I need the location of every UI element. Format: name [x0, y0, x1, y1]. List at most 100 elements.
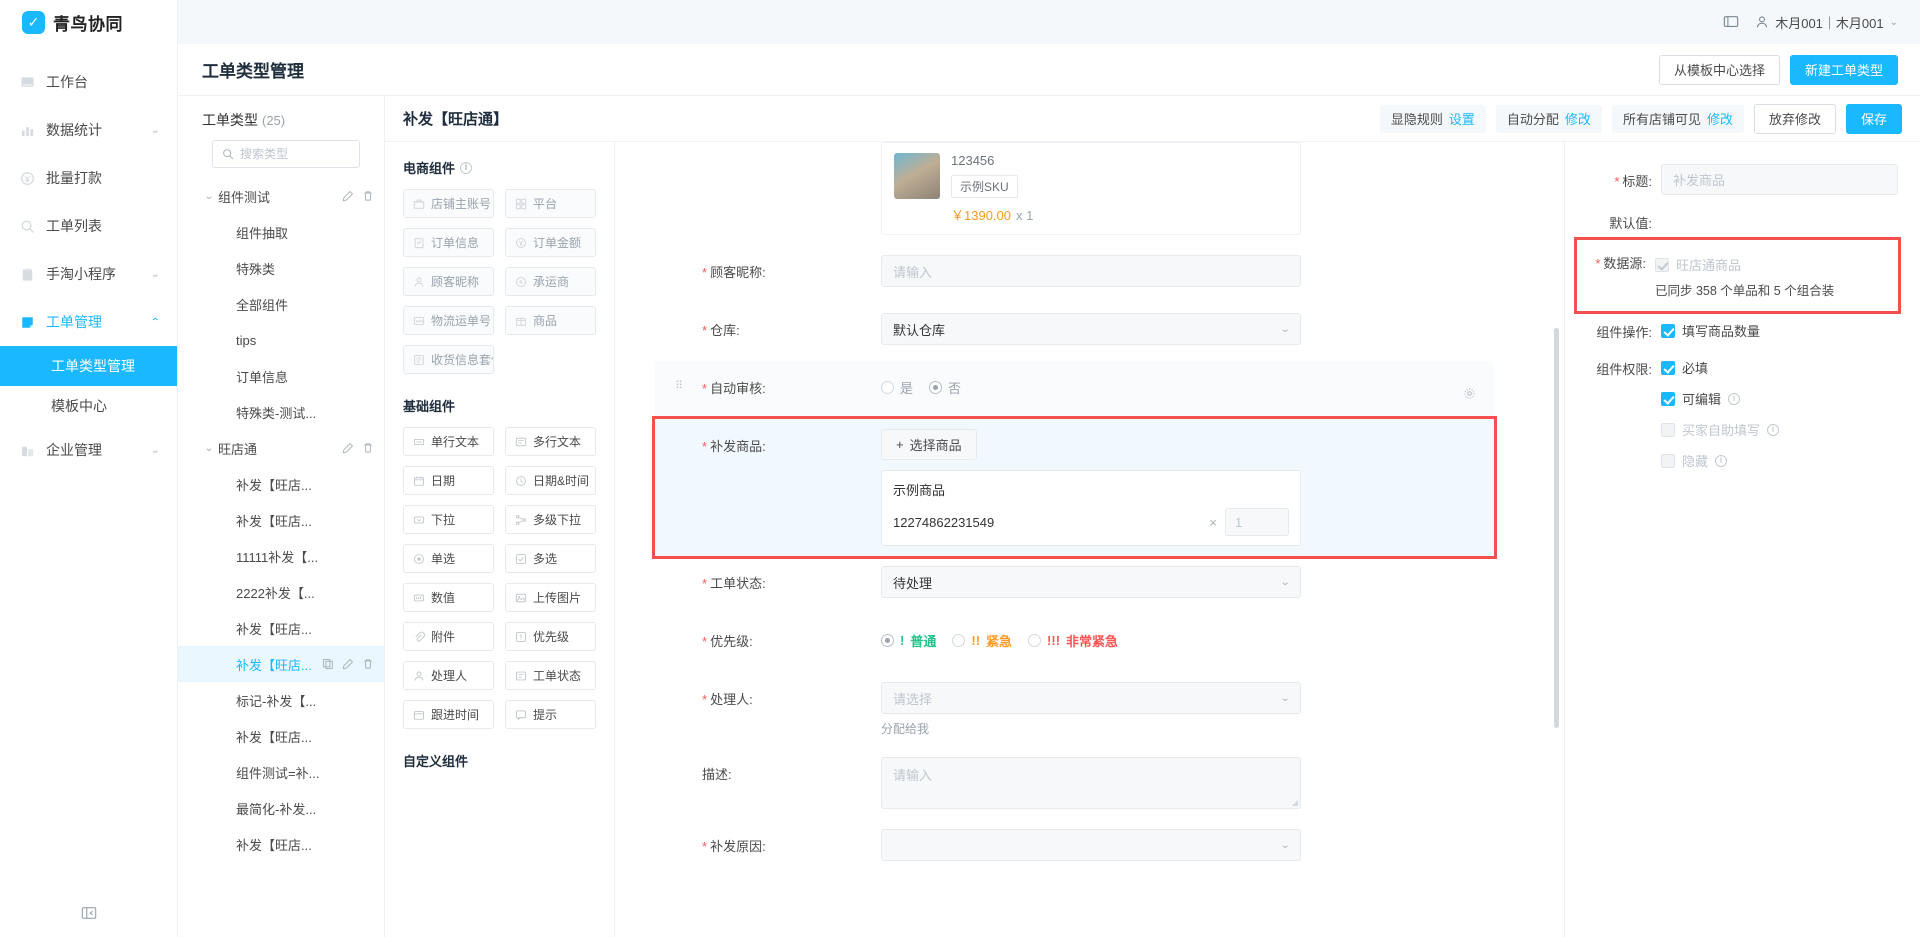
monitor-icon[interactable] [1723, 14, 1739, 30]
prop-title-input[interactable]: 补发商品 [1661, 164, 1898, 195]
info-icon[interactable]: i [1715, 454, 1728, 467]
palette-item-date[interactable]: 日期 [403, 466, 494, 495]
sidebar-item-workbench[interactable]: 工作台 [0, 58, 177, 106]
tree-leaf-node-selected[interactable]: 补发【旺店... [178, 646, 384, 682]
palette-item-dropdown[interactable]: 下拉 [403, 505, 494, 534]
tree-leaf-node[interactable]: 特殊类-测试... [178, 394, 384, 430]
edit-icon[interactable] [342, 442, 354, 454]
shop-visibility-chip[interactable]: 所有店铺可见 修改 [1611, 104, 1744, 133]
perm-checkbox-editable[interactable]: 可编辑 i [1661, 389, 1898, 408]
sidebar-item-enterprise[interactable]: 企业管理 ⌄ [0, 426, 177, 474]
palette-item-single-line-text[interactable]: 单行文本 [403, 427, 494, 456]
palette-item-order-amount[interactable]: 订单金额 [505, 228, 596, 257]
priority-option-urgent[interactable]: !! 紧急 [952, 631, 1012, 650]
form-row-warehouse[interactable]: * 仓库: 默认仓库 ⌄ [655, 303, 1494, 361]
gear-icon[interactable] [1463, 387, 1476, 403]
ticket-status-select[interactable]: 待处理 ⌄ [881, 566, 1301, 598]
delete-icon[interactable] [362, 442, 374, 454]
tree-leaf-node[interactable]: 补发【旺店... [178, 826, 384, 862]
info-icon[interactable]: i [460, 161, 473, 174]
palette-item-multi-line-text[interactable]: 多行文本 [505, 427, 596, 456]
sidebar-item-ticket-type-manage[interactable]: 工单类型管理 [0, 346, 177, 386]
sidebar-item-template-center[interactable]: 模板中心 [0, 386, 177, 426]
palette-item-number[interactable]: 数值 [403, 583, 494, 612]
tree-group-node[interactable]: ⌄ 旺店通 [178, 430, 384, 466]
palette-item-attachment[interactable]: 附件 [403, 622, 494, 651]
visibility-rule-chip[interactable]: 显隐规则 设置 [1379, 104, 1486, 133]
form-row-assignee[interactable]: * 处理人: 请选择 ⌄ 分配给我 [655, 672, 1494, 747]
product-quantity-stepper[interactable]: 1 [1225, 508, 1289, 536]
sidebar-item-ticket-manage[interactable]: 工单管理 ⌃ [0, 298, 177, 346]
customer-nickname-input[interactable]: 请输入 [881, 255, 1301, 287]
auto-review-option-yes[interactable]: 是 [881, 378, 913, 397]
canvas-scrollbar[interactable] [1554, 328, 1559, 728]
sidebar-item-batch-payment[interactable]: 批量打款 [0, 154, 177, 202]
palette-item-address-kit[interactable]: 收货信息套件 [403, 345, 494, 374]
tree-leaf-node[interactable]: 全部组件 [178, 286, 384, 322]
tree-leaf-node[interactable]: 组件抽取 [178, 214, 384, 250]
warehouse-select[interactable]: 默认仓库 ⌄ [881, 313, 1301, 345]
perm-checkbox-hidden[interactable]: 隐藏 i [1661, 451, 1898, 470]
palette-item-customer-nickname[interactable]: 顾客昵称 [403, 267, 494, 296]
search-box[interactable] [212, 140, 360, 168]
sidebar-item-miniapp[interactable]: 手淘小程序 ⌄ [0, 250, 177, 298]
chevron-down-icon[interactable]: ⌄ [198, 443, 220, 454]
tree-leaf-node[interactable]: 标记-补发【... [178, 682, 384, 718]
palette-item-image-upload[interactable]: 上传图片 [505, 583, 596, 612]
sidebar-item-ticket-list[interactable]: 工单列表 [0, 202, 177, 250]
delete-icon[interactable] [362, 190, 374, 202]
form-row-auto-review[interactable]: ⠿ * 自动审核: 是 否 [655, 361, 1494, 419]
checkbox-icon[interactable] [1655, 257, 1669, 272]
palette-item-order-info[interactable]: 订单信息 [403, 228, 494, 257]
tree-scroll[interactable]: ⌄ 组件测试 组件抽取 特殊类 全部组件 tips 订单信息 特殊类-测试... [178, 178, 384, 937]
form-row-ticket-status[interactable]: * 工单状态: 待处理 ⌄ [655, 556, 1494, 614]
choose-product-button[interactable]: + 选择商品 [881, 429, 977, 460]
tree-leaf-node[interactable]: 2222补发【... [178, 574, 384, 610]
priority-option-very-urgent[interactable]: !!! 非常紧急 [1028, 631, 1118, 650]
form-row-reship-product[interactable]: * 补发商品: + 选择商品 示例商品 12274862231549 × 1 [652, 416, 1497, 559]
form-row-customer-nickname[interactable]: * 顾客昵称: 请输入 [655, 245, 1494, 303]
auto-review-option-no[interactable]: 否 [929, 378, 961, 397]
perm-checkbox-buyer-self-fill[interactable]: 买家自助填写 i [1661, 420, 1898, 439]
perm-checkbox-required[interactable]: 必填 [1661, 358, 1898, 377]
new-ticket-type-button[interactable]: 新建工单类型 [1789, 54, 1898, 85]
tree-leaf-node[interactable]: 补发【旺店... [178, 718, 384, 754]
palette-item-tracking-number[interactable]: 物流运单号 [403, 306, 494, 335]
checkbox-icon[interactable] [1661, 391, 1675, 406]
shop-visibility-link[interactable]: 修改 [1707, 109, 1733, 128]
remove-product-icon[interactable]: × [1209, 515, 1217, 530]
op-checkbox-fill-quantity[interactable]: 填写商品数量 [1661, 321, 1898, 340]
info-icon[interactable]: i [1767, 423, 1780, 436]
palette-item-priority[interactable]: 优先级 [505, 622, 596, 651]
edit-icon[interactable] [342, 190, 354, 202]
palette-item-shop-account[interactable]: 店铺主账号 [403, 189, 494, 218]
palette-item-product[interactable]: 商品 [505, 306, 596, 335]
tree-leaf-node[interactable]: 补发【旺店... [178, 610, 384, 646]
checkbox-icon[interactable] [1661, 323, 1675, 338]
form-row-description[interactable]: 描述: 请输入 [655, 747, 1494, 819]
priority-option-normal[interactable]: ! 普通 [881, 631, 936, 650]
user-menu[interactable]: 木月001｜木月001 ⌄ [1755, 13, 1898, 32]
assignee-select[interactable]: 请选择 ⌄ [881, 682, 1301, 714]
palette-item-platform[interactable]: 平台 [505, 189, 596, 218]
tree-leaf-node[interactable]: 特殊类 [178, 250, 384, 286]
edit-icon[interactable] [342, 658, 354, 670]
chevron-down-icon[interactable]: ⌄ [198, 191, 220, 202]
tree-leaf-node[interactable]: 组件测试=补... [178, 754, 384, 790]
tree-group-node[interactable]: ⌄ 组件测试 [178, 178, 384, 214]
delete-icon[interactable] [362, 658, 374, 670]
assign-to-me-link[interactable]: 分配给我 [881, 720, 1301, 737]
select-from-template-center-button[interactable]: 从模板中心选择 [1658, 54, 1780, 85]
visibility-rule-link[interactable]: 设置 [1449, 109, 1475, 128]
description-textarea[interactable]: 请输入 [881, 757, 1301, 809]
auto-assign-chip[interactable]: 自动分配 修改 [1495, 104, 1602, 133]
reship-reason-select[interactable]: ⌄ [881, 829, 1301, 861]
form-row-priority[interactable]: * 优先级: ! 普通 !! 紧急 !!! 非常紧急 [655, 614, 1494, 672]
tree-leaf-node[interactable]: 最简化-补发... [178, 790, 384, 826]
palette-item-cascader[interactable]: 多级下拉 [505, 505, 596, 534]
search-input[interactable] [240, 147, 350, 161]
checkbox-icon[interactable] [1661, 453, 1675, 468]
palette-item-radio[interactable]: 单选 [403, 544, 494, 573]
auto-assign-link[interactable]: 修改 [1565, 109, 1591, 128]
save-button[interactable]: 保存 [1845, 103, 1902, 134]
